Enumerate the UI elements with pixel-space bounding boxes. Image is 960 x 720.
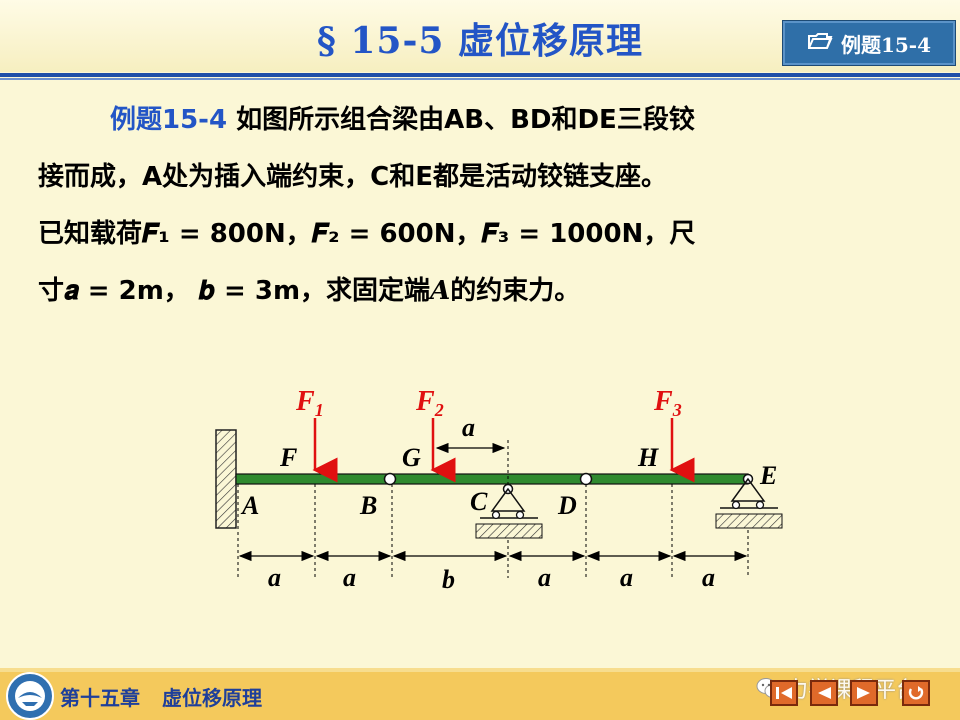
title-divider-thin bbox=[0, 78, 960, 80]
university-logo-icon bbox=[6, 672, 54, 720]
point-label-a: A bbox=[240, 491, 259, 520]
dim-label-2: a bbox=[343, 563, 356, 592]
point-label-e: E bbox=[759, 461, 777, 490]
nav-next-button[interactable] bbox=[850, 680, 878, 706]
point-label-b: B bbox=[359, 491, 377, 520]
footer-bar: 第十五章虚位移原理 力学课程平台 bbox=[0, 668, 960, 720]
dim-top-label: a bbox=[462, 413, 475, 442]
point-label-h: H bbox=[637, 443, 659, 472]
return-icon bbox=[908, 686, 924, 700]
chapter-label: 第十五章 虚位移原理 bbox=[60, 686, 262, 710]
folder-icon bbox=[807, 31, 833, 56]
beam-diagram: F1 F2 F3 a A B C D E F G H a a b a a a bbox=[215, 386, 783, 594]
title-divider bbox=[0, 73, 960, 77]
force-f2-label: F2 bbox=[415, 386, 444, 420]
arrow-left-icon bbox=[818, 687, 831, 699]
dim-label-4: a bbox=[538, 563, 551, 592]
point-label-g: G bbox=[402, 443, 421, 472]
nav-first-button[interactable] bbox=[770, 680, 798, 706]
hinge-d bbox=[579, 472, 593, 486]
problem-line-3: 已知载荷𝑭₁ = 800N，𝑭₂ = 600N，𝑭₃ = 1000N，尺 bbox=[38, 219, 696, 249]
force-f3-label: F3 bbox=[653, 386, 682, 420]
title-bar: § 15-5 虚位移原理 例题15-4 bbox=[0, 0, 960, 80]
problem-line-4: 寸𝒂 = 2m， 𝒃 = 3m，求固定端A的约束力。 bbox=[38, 276, 581, 306]
dim-label-1: a bbox=[268, 563, 281, 592]
beam-segment-de bbox=[587, 473, 749, 485]
problem-statement: 例题15-4 如图所示组合梁由AB、BD和DE三段铰 接而成，A处为插入端约束，… bbox=[38, 92, 928, 320]
skip-back-icon bbox=[776, 687, 792, 699]
beam-segment-ab bbox=[235, 473, 389, 485]
arrow-right-icon bbox=[857, 687, 870, 699]
problem-line-1: 例题15-4 如图所示组合梁由AB、BD和DE三段铰 bbox=[110, 105, 695, 135]
point-label-c: C bbox=[470, 487, 488, 516]
fixed-wall bbox=[215, 429, 237, 529]
example-label: 例题15-4 bbox=[110, 105, 228, 135]
beam-segment-bd bbox=[391, 473, 585, 485]
point-label-f: F bbox=[279, 443, 297, 472]
example-tag-button[interactable]: 例题15-4 bbox=[782, 20, 956, 66]
nav-return-button[interactable] bbox=[902, 680, 930, 706]
dim-label-6: a bbox=[702, 563, 715, 592]
dim-label-3: b bbox=[442, 565, 455, 594]
hinge-b bbox=[383, 472, 397, 486]
nav-prev-button[interactable] bbox=[810, 680, 838, 706]
problem-line-2: 接而成，A处为插入端约束，C和E都是活动铰链支座。 bbox=[38, 162, 667, 192]
point-label-d: D bbox=[557, 491, 577, 520]
example-tag-label: 例题15-4 bbox=[840, 32, 932, 57]
dim-label-5: a bbox=[620, 563, 633, 592]
force-f1-label: F1 bbox=[295, 386, 324, 420]
